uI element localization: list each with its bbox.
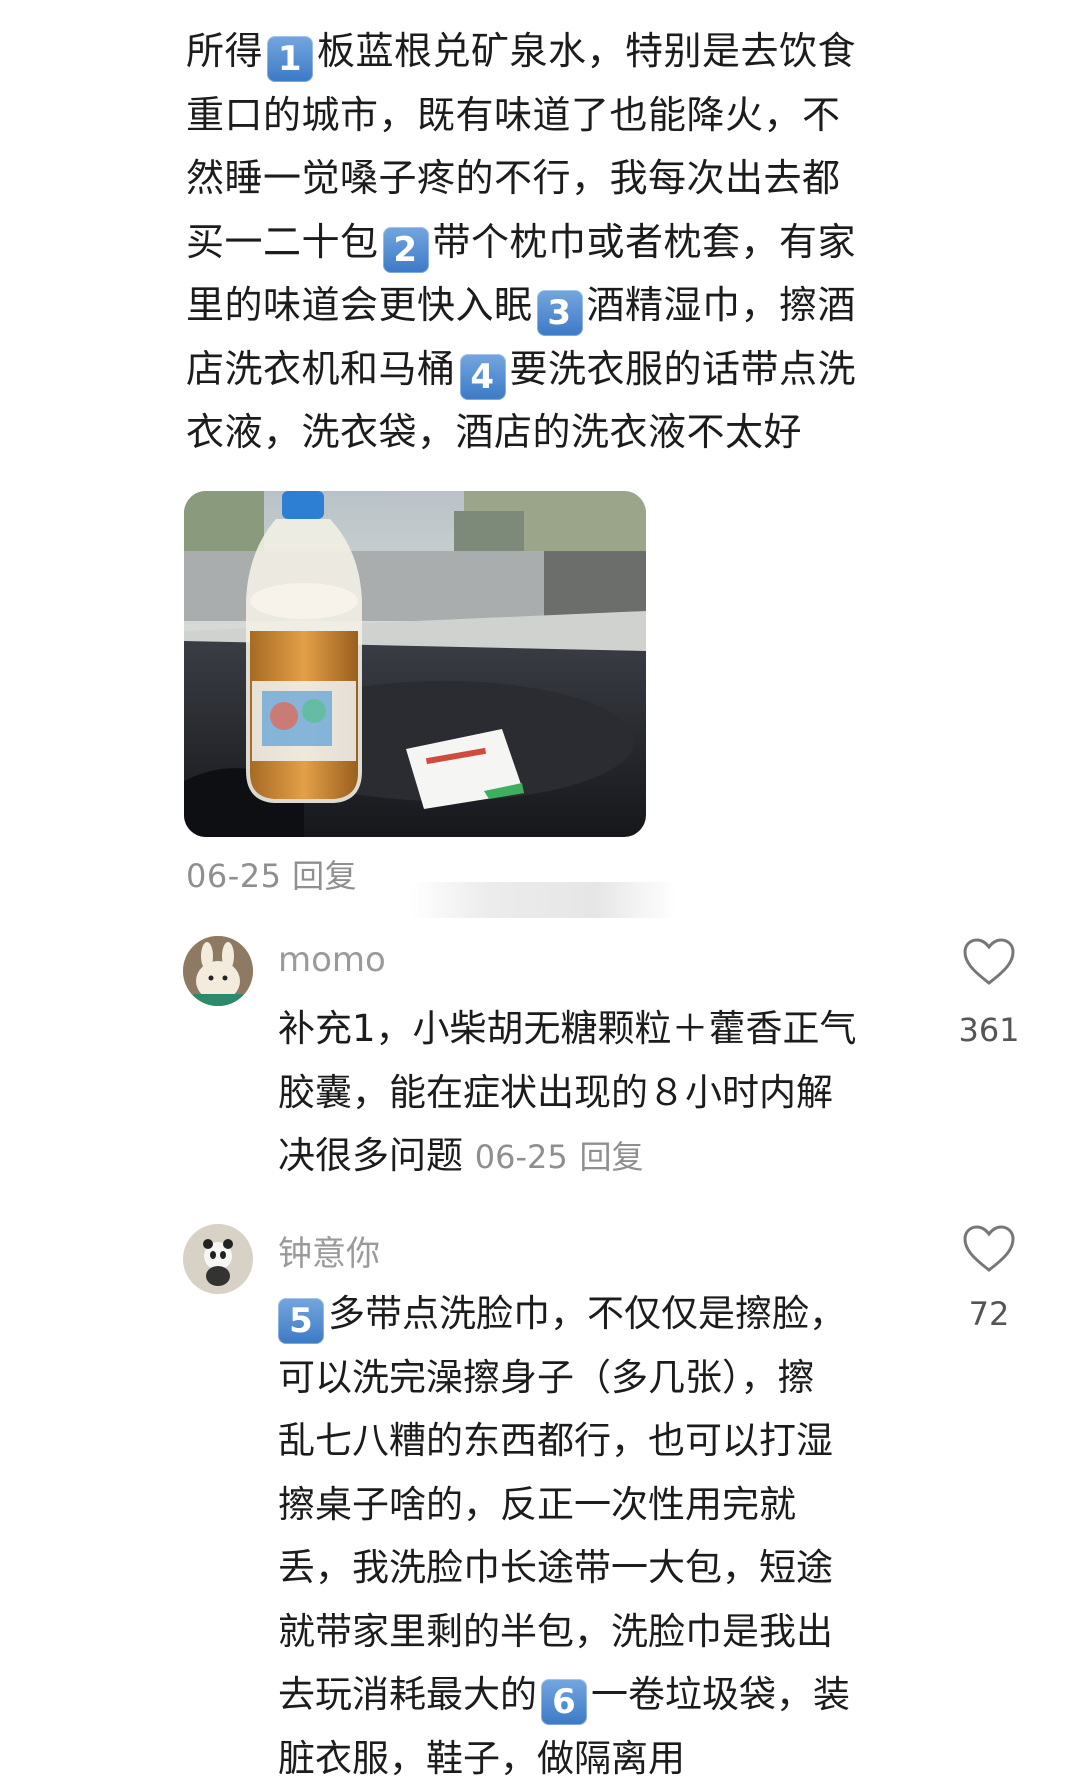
post-line: 所得 1 板蓝根兑矿泉水，特别是去饮食 <box>186 20 946 84</box>
avatar[interactable] <box>183 936 253 1006</box>
post-line: 店洗衣机和马桶 4 要洗衣服的话带点洗 <box>186 338 946 402</box>
number-badge-icon: 2 <box>382 226 429 273</box>
post-line: 里的味道会更快入眠 3 酒精湿巾，擦酒 <box>186 274 946 338</box>
comment-username[interactable]: momo <box>278 940 386 980</box>
comment-line: 可以洗完澡擦身子（多几张），擦 <box>278 1355 815 1399</box>
like-heart-icon[interactable] <box>962 1224 1016 1274</box>
post-line: 重口的城市，既有味道了也能降火，不 <box>186 92 841 137</box>
like-count: 361 <box>958 1011 1020 1049</box>
photo-bottle-on-dashboard <box>184 491 646 837</box>
comment-line: 去玩消耗最大的 6 一卷垃圾袋，装 <box>278 1663 938 1727</box>
panda-avatar-icon <box>183 1224 253 1294</box>
post-photo[interactable] <box>184 491 646 837</box>
post-date: 06-25 <box>186 857 282 895</box>
number-badge-icon: 1 <box>267 36 314 82</box>
comment-date: 06-25 <box>474 1138 568 1176</box>
bunny-avatar-icon <box>183 936 253 1006</box>
reply-button[interactable]: 回复 <box>580 1138 644 1176</box>
post-line: 衣液，洗衣袋，酒店的洗衣液不太好 <box>186 410 803 454</box>
post-text: 所得 1 板蓝根兑矿泉水，特别是去饮食 重口的城市，既有味道了也能降火，不 然睡一觉… <box>186 20 946 465</box>
post-line: 买一二十包 2 带个枕巾或者枕套，有家 <box>186 211 946 275</box>
blurred-region <box>410 882 675 918</box>
like-count: 72 <box>968 1295 1010 1333</box>
reply-button[interactable]: 回复 <box>292 857 357 895</box>
like-heart-icon[interactable] <box>962 937 1016 987</box>
number-badge-icon: 4 <box>459 353 506 400</box>
comment-line: 决很多问题 06-25 回复 <box>278 1134 644 1177</box>
comment-line: 丢，我洗脸巾长途带一大包，短途 <box>278 1546 833 1589</box>
comment-line: 胶囊，能在症状出现的８小时内解 <box>278 1070 833 1114</box>
comment-line: 乱七八糟的东西都行，也可以打湿 <box>278 1419 833 1462</box>
avatar[interactable] <box>183 1224 253 1294</box>
comment-username[interactable]: 钟意你 <box>278 1226 380 1275</box>
number-badge-icon: 5 <box>278 1298 324 1344</box>
comment-line: 擦桌子啥的，反正一次性用完就 <box>278 1482 796 1526</box>
number-badge-icon: 6 <box>541 1679 587 1725</box>
comment-line: 脏衣服，鞋子，做隔离用 <box>278 1736 685 1780</box>
comment-text: 补充1，小柴胡无糖颗粒＋藿香正气 胶囊，能在症状出现的８小时内解 决很多问题 0… <box>278 997 938 1190</box>
comment-line: 补充1，小柴胡无糖颗粒＋藿香正气 <box>278 1007 857 1050</box>
number-badge-icon: 3 <box>536 290 583 336</box>
comment-line: 5 多带点洗脸巾，不仅仅是擦脸， <box>278 1282 938 1346</box>
post-line: 然睡一觉嗓子疼的不行，我每次出去都 <box>186 156 841 200</box>
comment-line: 就带家里剩的半包，洗脸巾是我出 <box>278 1609 833 1653</box>
comment-text: 5 多带点洗脸巾，不仅仅是擦脸， 可以洗完澡擦身子（多几张），擦 乱七八糟的东西都… <box>278 1282 938 1790</box>
